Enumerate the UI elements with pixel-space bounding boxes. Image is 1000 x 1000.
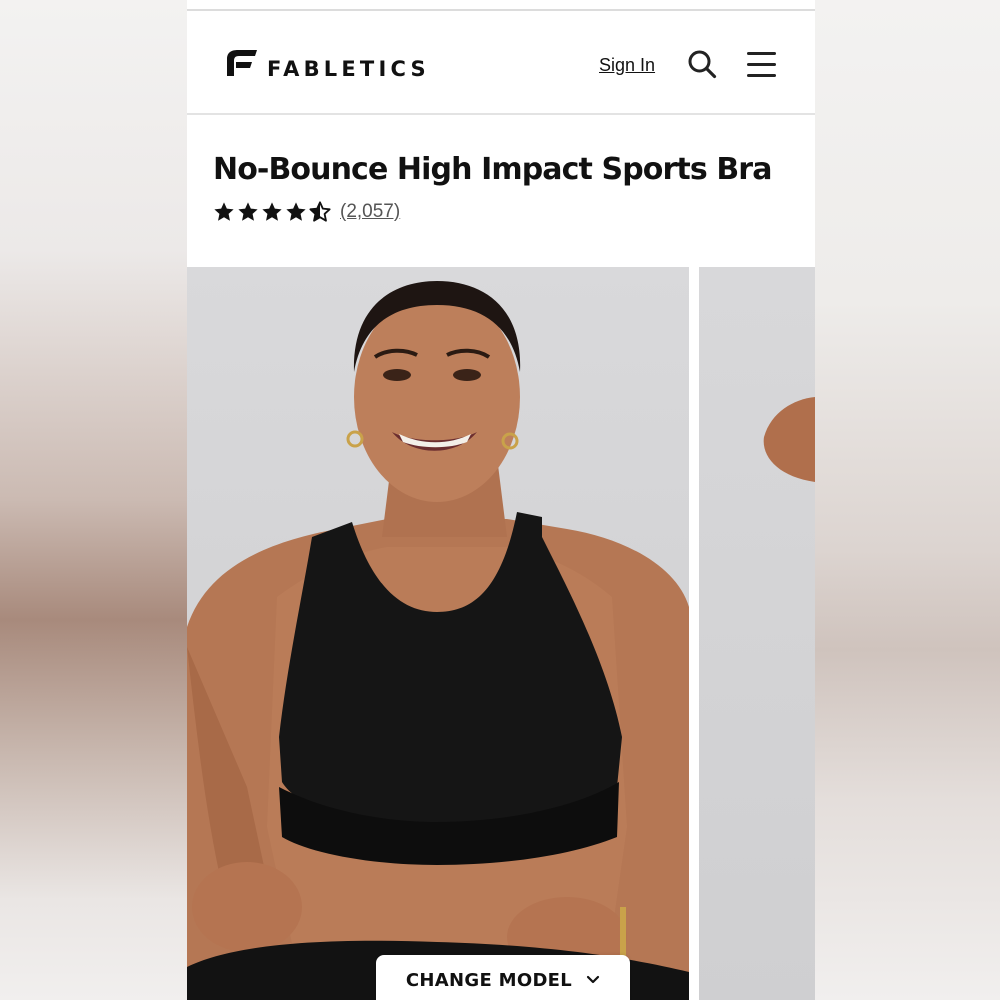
product-rating[interactable]: (2,057) <box>213 200 400 224</box>
chevron-down-icon <box>586 975 600 984</box>
next-photo-peek <box>763 397 815 482</box>
star-icon <box>262 202 282 221</box>
mobile-page: FABLETICS Sign In No-Bounce High Impact … <box>187 0 815 1000</box>
sign-in-link[interactable]: Sign In <box>599 55 655 76</box>
review-count-link[interactable]: (2,057) <box>340 201 400 223</box>
half-star-icon <box>309 201 331 222</box>
brand-wordmark[interactable]: FABLETICS <box>267 57 430 81</box>
fabletics-logo-icon[interactable] <box>224 49 258 77</box>
model-photo-illustration <box>187 281 689 1000</box>
star-icon <box>214 202 234 221</box>
change-model-label: CHANGE MODEL <box>405 969 573 991</box>
background-blur-right <box>815 0 1000 1000</box>
background-blur-left <box>0 0 187 1000</box>
site-header: FABLETICS Sign In <box>187 11 815 115</box>
search-icon[interactable] <box>687 49 717 79</box>
star-icon <box>286 202 306 221</box>
star-icon <box>238 202 258 221</box>
product-photo-main[interactable] <box>187 267 689 1000</box>
product-title: No-Bounce High Impact Sports Bra <box>213 152 772 187</box>
change-model-button[interactable]: CHANGE MODEL <box>376 955 630 1000</box>
product-image-gallery[interactable]: CHANGE MODEL <box>187 267 815 1000</box>
rating-stars <box>213 201 331 223</box>
product-photo-next[interactable] <box>699 267 815 1000</box>
hamburger-menu-icon[interactable] <box>747 51 776 78</box>
